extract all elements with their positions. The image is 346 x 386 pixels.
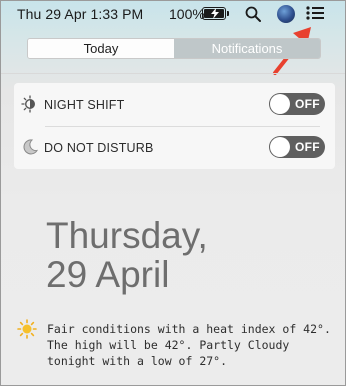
do-not-disturb-row: DO NOT DISTURB OFF	[14, 126, 335, 169]
toggles-card: NIGHT SHIFT OFF DO NOT DISTURB OFF	[14, 83, 335, 169]
tab-notifications[interactable]: Notifications	[174, 39, 320, 58]
toggle-state: OFF	[295, 140, 320, 154]
date-weekday: Thursday,	[46, 215, 208, 256]
do-not-disturb-label: DO NOT DISTURB	[44, 141, 154, 155]
today-notifications-segmented-control: Today Notifications	[27, 38, 321, 59]
toggle-knob	[270, 94, 290, 114]
night-shift-row: NIGHT SHIFT OFF	[14, 83, 335, 126]
night-shift-toggle[interactable]: OFF	[269, 93, 325, 115]
sun-icon	[17, 319, 37, 339]
night-shift-label: NIGHT SHIFT	[44, 98, 125, 112]
moon-icon	[23, 139, 39, 155]
search-icon[interactable]	[245, 6, 261, 22]
battery-percentage[interactable]: 100%	[169, 6, 205, 22]
battery-charging-icon[interactable]	[202, 7, 229, 20]
toggle-state: OFF	[295, 97, 320, 111]
notification-center-panel: Thu 29 Apr 1:33 PM 100% Today Notificati…	[0, 0, 346, 386]
menu-bar-clock[interactable]: Thu 29 Apr 1:33 PM	[17, 6, 143, 22]
weather-summary: Fair conditions with a heat index of 42°…	[47, 322, 331, 368]
toggle-knob	[270, 137, 290, 157]
date-day-month: 29 April	[46, 254, 170, 295]
night-shift-icon	[21, 95, 36, 113]
tab-today[interactable]: Today	[28, 39, 174, 58]
do-not-disturb-toggle[interactable]: OFF	[269, 136, 325, 158]
header-divider	[1, 73, 345, 74]
